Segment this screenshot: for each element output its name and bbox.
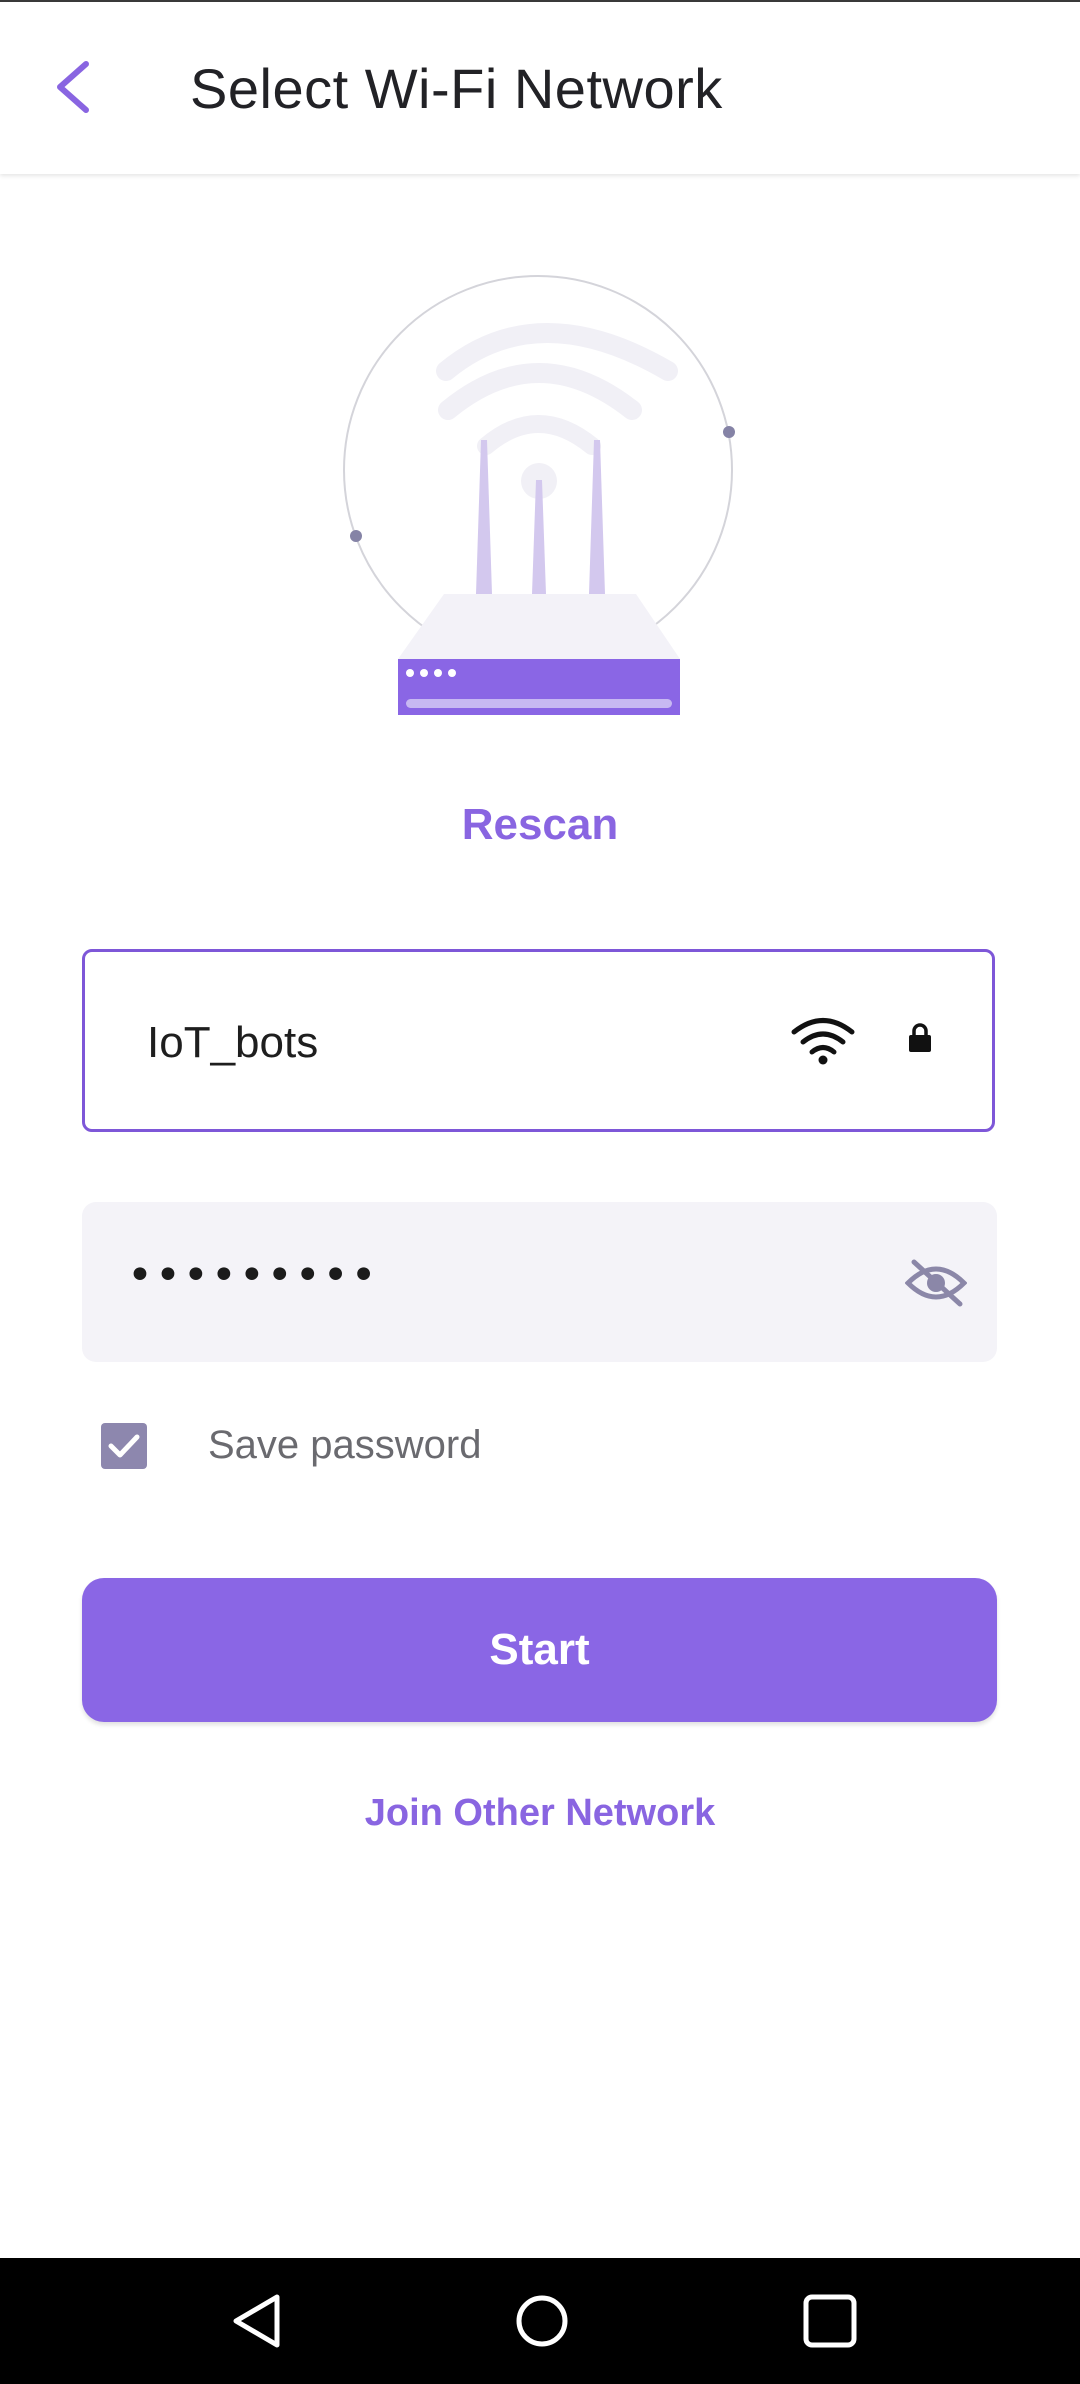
join-other-network-link[interactable]: Join Other Network: [0, 1792, 1080, 1835]
check-icon: [108, 1434, 140, 1458]
eye-off-icon[interactable]: [905, 1257, 967, 1309]
network-ssid: IoT_bots: [147, 1018, 319, 1067]
nav-recents-button[interactable]: [795, 2286, 865, 2356]
network-selector[interactable]: IoT_bots: [82, 949, 995, 1132]
nav-home-button[interactable]: [507, 2286, 577, 2356]
app-header: Select Wi-Fi Network: [0, 2, 1080, 174]
start-button[interactable]: Start: [82, 1578, 997, 1722]
wifi-router-illustration: [343, 275, 735, 715]
wifi-icon: [791, 1018, 855, 1065]
save-password-checkbox[interactable]: [101, 1423, 147, 1469]
password-field[interactable]: •••••••••: [82, 1202, 997, 1362]
nav-back-button[interactable]: [222, 2286, 292, 2356]
lock-icon: [909, 1023, 931, 1052]
system-navigation-bar: [0, 2258, 1080, 2384]
save-password-label: Save password: [208, 1423, 482, 1467]
circle-home-icon: [516, 2295, 568, 2347]
chevron-left-icon: [57, 61, 89, 113]
rescan-button[interactable]: Rescan: [0, 800, 1080, 850]
square-recents-icon: [803, 2294, 857, 2348]
password-value: •••••••••: [127, 1250, 379, 1301]
triangle-back-icon: [233, 2294, 280, 2348]
page-title: Select Wi-Fi Network: [190, 57, 723, 120]
back-button[interactable]: [40, 42, 110, 132]
